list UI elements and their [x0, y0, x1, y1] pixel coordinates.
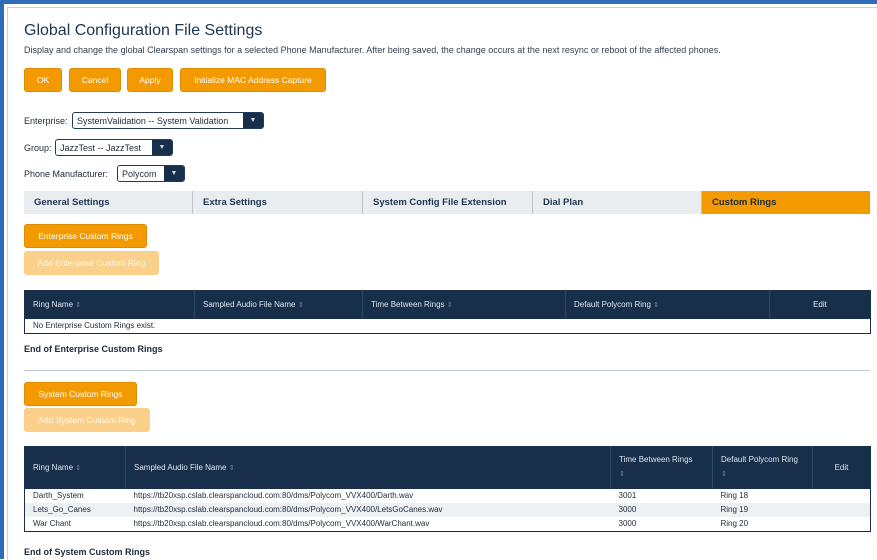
table-row[interactable]: War Chant https://tb20xsp.cslab.clearspa… [25, 517, 871, 532]
tab-custom-rings[interactable]: Custom Rings [702, 191, 870, 214]
column-header-default-polycom-ring[interactable]: Default Polycom Ring ⇕ [712, 446, 813, 489]
edit-cell[interactable] [813, 489, 871, 503]
end-of-system-custom-rings: End of System Custom Rings [24, 547, 151, 557]
ring-name-cell: Lets_Go_Canes [24, 502, 126, 517]
default-ring-cell: Ring 18 [720, 491, 749, 500]
tab-general-settings[interactable]: General Settings [24, 191, 193, 214]
enterprise-select-value: SystemValidation -- System Validation [77, 115, 229, 126]
edit-cell[interactable] [812, 502, 871, 517]
column-header-sampled-audio-file-name[interactable]: Sampled Audio File Name ⇕ [194, 290, 363, 319]
ok-button[interactable]: OK [24, 68, 62, 92]
system-custom-rings-button[interactable]: System Custom Rings [24, 382, 137, 406]
column-header-edit: Edit [812, 446, 871, 489]
tab-extra-settings[interactable]: Extra Settings [193, 191, 363, 214]
sort-icon: ⇕ [446, 302, 453, 310]
chevron-down-icon: ▼ [164, 166, 184, 181]
sort-icon: ⇕ [721, 471, 727, 479]
ring-name-cell: War Chant [33, 519, 71, 528]
sort-icon: ⇕ [75, 465, 82, 473]
tab-dial-plan[interactable]: Dial Plan [533, 191, 702, 214]
window-frame-top [0, 0, 877, 4]
sort-icon: ⇕ [653, 302, 660, 310]
group-label: Group: [24, 143, 52, 153]
end-of-enterprise-custom-rings: End of Enterprise Custom Rings [24, 344, 163, 354]
column-header-time-between-rings[interactable]: Time Between Rings ⇕ [610, 446, 713, 489]
table-row[interactable]: Lets_Go_Canes https://tb20xsp.cslab.clea… [24, 502, 871, 517]
sort-icon: ⇕ [228, 465, 235, 473]
column-header-time-between-rings[interactable]: Time Between Rings ⇕ [362, 290, 566, 319]
apply-button[interactable]: Apply [127, 68, 173, 92]
time-between-rings-cell: 3000 [618, 519, 637, 528]
time-between-rings-cell: 3000 [610, 502, 713, 517]
phone-manufacturer-select[interactable]: Polycom ▼ [117, 165, 185, 182]
add-system-custom-ring-button[interactable]: Add System Custom Ring [24, 408, 150, 432]
sort-icon: ⇕ [75, 302, 82, 310]
window-frame-left [0, 0, 4, 559]
add-enterprise-custom-ring-button[interactable]: Add Enterprise Custom Ring [24, 251, 159, 275]
audio-file-cell: https://tb20xsp.cslab.clearspancloud.com… [133, 519, 430, 528]
default-ring-cell: Ring 19 [712, 502, 813, 517]
tab-system-config-file-extension[interactable]: System Config File Extension [363, 191, 533, 214]
system-custom-rings-table: Ring Name ⇕ Sampled Audio File Name ⇕ Ti… [24, 446, 871, 532]
column-header-ring-name[interactable]: Ring Name ⇕ [24, 446, 126, 489]
column-header-sampled-audio-file-name[interactable]: Sampled Audio File Name ⇕ [125, 446, 611, 489]
group-select-value: JazzTest -- JazzTest [60, 142, 142, 153]
page-title: Global Configuration File Settings [24, 22, 263, 39]
table-row[interactable]: Darth_System https://tb20xsp.cslab.clear… [25, 489, 871, 503]
settings-tabs: General Settings Extra Settings System C… [24, 191, 870, 214]
audio-file-cell: https://tb20xsp.cslab.clearspancloud.com… [125, 502, 611, 517]
cancel-button[interactable]: Cancel [69, 68, 121, 92]
audio-file-cell: https://tb20xsp.cslab.clearspancloud.com… [133, 491, 414, 500]
phone-manufacturer-label: Phone Manufacturer: [24, 169, 109, 179]
group-select[interactable]: JazzTest -- JazzTest ▼ [55, 139, 173, 156]
enterprise-select[interactable]: SystemValidation -- System Validation ▼ [72, 112, 264, 129]
enterprise-label: Enterprise: [24, 116, 68, 126]
sort-icon: ⇕ [297, 302, 304, 310]
ring-name-cell: Darth_System [33, 491, 84, 500]
enterprise-custom-rings-table: Ring Name ⇕ Sampled Audio File Name ⇕ Ti… [24, 290, 871, 334]
column-header-edit: Edit [769, 290, 871, 319]
chevron-down-icon: ▼ [152, 140, 172, 155]
initialize-mac-capture-button[interactable]: Initialize MAC Address Capture [180, 68, 326, 92]
enterprise-custom-rings-button[interactable]: Enterprise Custom Rings [24, 224, 147, 248]
column-header-ring-name[interactable]: Ring Name ⇕ [24, 290, 195, 319]
section-divider [24, 370, 870, 371]
empty-table-message: No Enterprise Custom Rings exist. [33, 321, 156, 330]
chevron-down-icon: ▼ [243, 113, 263, 128]
time-between-rings-cell: 3001 [618, 491, 637, 500]
phone-manufacturer-select-value: Polycom [122, 168, 157, 179]
sort-icon: ⇕ [619, 471, 625, 479]
page-description: Display and change the global Clearspan … [24, 45, 721, 55]
edit-cell[interactable] [813, 517, 871, 532]
default-ring-cell: Ring 20 [720, 519, 749, 528]
column-header-default-polycom-ring[interactable]: Default Polycom Ring ⇕ [565, 290, 770, 319]
